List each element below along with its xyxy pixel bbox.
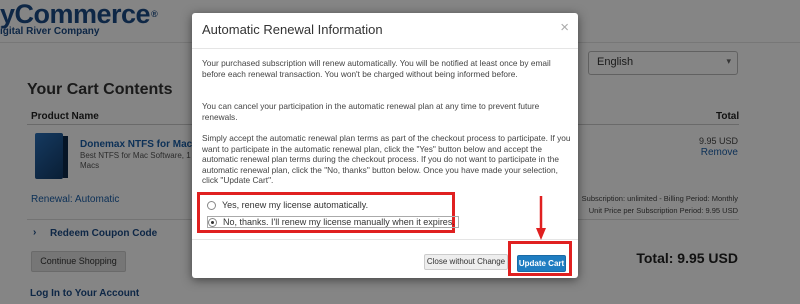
option-yes[interactable]: Yes, renew my license automatically. <box>207 200 368 210</box>
modal-header-divider <box>192 48 578 49</box>
close-icon[interactable]: × <box>560 19 569 36</box>
radio-yes[interactable] <box>207 200 216 210</box>
close-without-change-button[interactable]: Close without Change <box>424 254 508 270</box>
renewal-options-highlight: Yes, renew my license automatically. No,… <box>197 192 459 233</box>
option-no[interactable]: No, thanks. I'll renew my license manual… <box>207 216 459 228</box>
option-yes-label: Yes, renew my license automatically. <box>222 200 369 210</box>
update-cart-button[interactable]: Update Cart <box>517 255 566 272</box>
modal-footer-divider <box>192 239 578 240</box>
update-cart-highlight: Update Cart <box>508 241 572 276</box>
option-no-label: No, thanks. I'll renew my license manual… <box>223 217 455 227</box>
modal-paragraph-notice: Your purchased subscription will renew a… <box>202 58 551 79</box>
modal-paragraph-cancel: You can cancel your participation in the… <box>202 101 540 122</box>
radio-no[interactable] <box>208 217 217 227</box>
modal-title: Automatic Renewal Information <box>202 22 383 37</box>
renewal-modal: Automatic Renewal Information × Your pur… <box>192 13 578 278</box>
modal-paragraph-instructions: Simply accept the automatic renewal plan… <box>202 133 571 185</box>
radio-selected-dot <box>211 220 214 224</box>
